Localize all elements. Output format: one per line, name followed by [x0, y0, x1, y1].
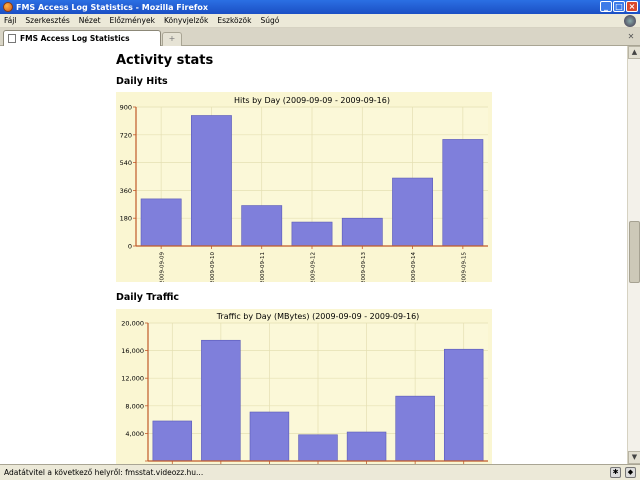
hits-title: Hits by Day (2009-09-09 - 2009-09-16) [234, 96, 390, 105]
hits-xtick-label: 2009-09-13 [361, 252, 367, 282]
tab-label: FMS Access Log Statistics [20, 34, 130, 43]
traffic-bar [298, 434, 338, 462]
status-bar: Adatátvitel a következő helyről: fmsstat… [0, 464, 640, 480]
traffic-ytick-label: 20,000 [121, 320, 144, 328]
traffic-bar [443, 348, 484, 462]
traffic-bar [152, 420, 193, 462]
hits-bar [241, 205, 283, 247]
hits-bar [392, 177, 433, 247]
menu-bar: Fájl Szerkesztés Nézet Előzmények Könyvj… [0, 14, 640, 28]
menu-view[interactable]: Nézet [79, 16, 101, 25]
hits-ytick-label: 360 [120, 187, 132, 195]
scroll-down-arrow-icon[interactable]: ▼ [628, 451, 640, 464]
hits-bar [442, 139, 484, 247]
hits-bar [140, 198, 182, 247]
hits-ytick-label: 180 [120, 215, 132, 223]
close-window-button[interactable]: × [626, 1, 638, 12]
firefox-icon [3, 2, 13, 12]
hits-ytick-label: 540 [120, 159, 132, 167]
hits-ytick-label: 900 [120, 104, 132, 112]
hits-xtick-label: 2009-09-15 [461, 252, 467, 282]
traffic-bar [201, 339, 241, 462]
menu-bookmarks[interactable]: Könyvjelzők [164, 16, 208, 25]
hits-xtick-label: 2009-09-11 [260, 252, 266, 282]
hits-bar [341, 217, 383, 247]
throbber-icon [624, 15, 636, 27]
daily-traffic-heading: Daily Traffic [116, 292, 180, 303]
hits-ytick-label: 0 [128, 243, 132, 251]
hits-xtick-label: 2009-09-14 [411, 252, 417, 282]
traffic-bar [249, 411, 290, 462]
traffic-bar [346, 431, 387, 462]
traffic-chart: Traffic by Day (MBytes) (2009-09-09 - 20… [116, 309, 492, 464]
hits-chart: Hits by Day (2009-09-09 - 2009-09-16) 0 18… [116, 92, 492, 282]
page-title: Activity stats [116, 53, 214, 68]
status-text: Adatátvitel a következő helyről: fmsstat… [4, 468, 204, 477]
traffic-bar [395, 395, 435, 462]
menu-file[interactable]: Fájl [4, 16, 16, 25]
hits-xtick-label: 2009-09-09 [160, 252, 166, 282]
scroll-up-arrow-icon[interactable]: ▲ [628, 46, 640, 59]
close-tab-icon[interactable]: ✕ [626, 32, 636, 42]
vertical-scrollbar[interactable]: ▲ ▼ [627, 46, 640, 464]
addon-icon[interactable]: ✱ [610, 467, 621, 478]
new-tab-button[interactable]: + [162, 32, 182, 46]
menu-tools[interactable]: Eszközök [217, 16, 251, 25]
hits-xtick-label: 2009-09-10 [210, 252, 216, 282]
browser-window: FMS Access Log Statistics - Mozilla Fire… [0, 0, 640, 480]
traffic-ytick-label: 4,000 [125, 430, 144, 438]
menu-history[interactable]: Előzmények [110, 16, 155, 25]
menu-edit[interactable]: Szerkesztés [25, 16, 69, 25]
security-icon[interactable]: ◆ [625, 467, 636, 478]
traffic-ytick-label: 16,000 [121, 347, 144, 355]
maximize-button[interactable]: □ [613, 1, 625, 12]
menu-help[interactable]: Súgó [260, 16, 279, 25]
scroll-thumb[interactable] [629, 221, 640, 283]
window-title: FMS Access Log Statistics - Mozilla Fire… [16, 2, 208, 12]
hits-bar [291, 221, 333, 247]
page-content: Activity stats Daily Hits Hits by Day (2… [0, 46, 627, 464]
daily-hits-heading: Daily Hits [116, 76, 168, 87]
title-bar: FMS Access Log Statistics - Mozilla Fire… [0, 0, 640, 14]
traffic-title: Traffic by Day (MBytes) (2009-09-09 - 20… [216, 312, 420, 321]
minimize-button[interactable]: _ [600, 1, 612, 12]
tab-fms-stats[interactable]: FMS Access Log Statistics [3, 30, 161, 46]
hits-ytick-label: 720 [120, 131, 132, 139]
page-icon [8, 34, 16, 43]
hits-bar [191, 115, 232, 247]
hits-xtick-label: 2009-09-12 [311, 252, 317, 282]
traffic-ytick-label: 12,000 [121, 375, 144, 383]
tab-bar: FMS Access Log Statistics + ✕ [0, 28, 640, 46]
traffic-ytick-label: 8,000 [125, 402, 144, 410]
